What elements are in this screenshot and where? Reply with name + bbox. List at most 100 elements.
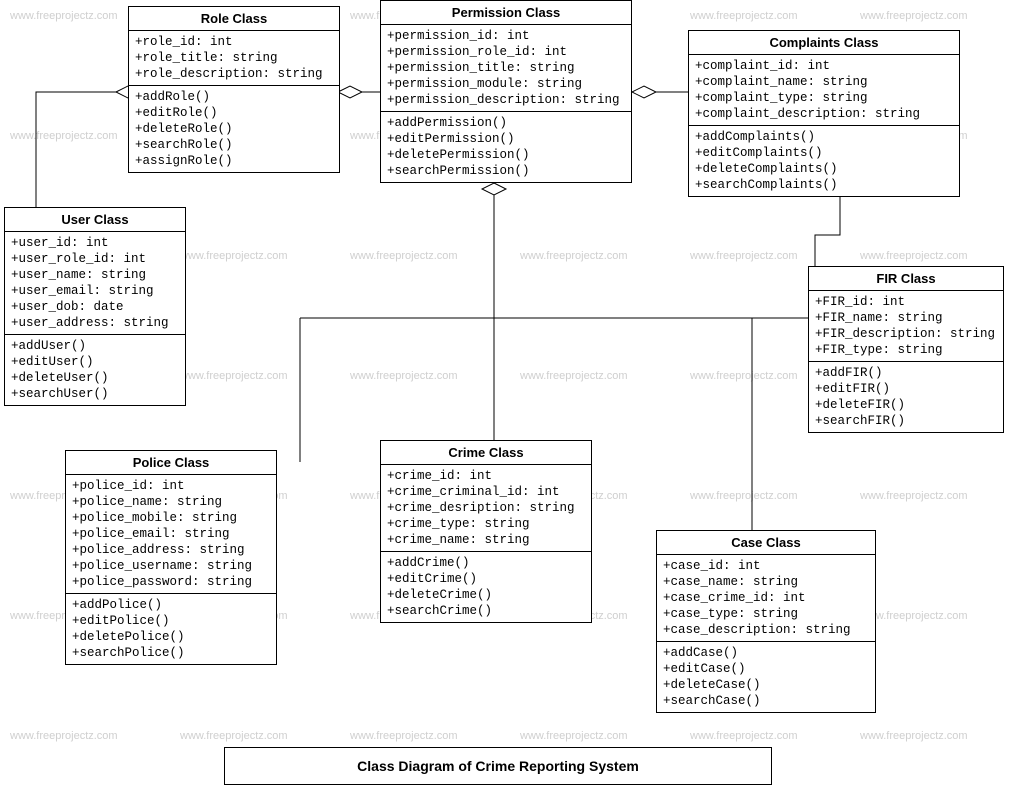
class-title: FIR Class [809, 267, 1003, 291]
member-line: +searchCrime() [387, 603, 585, 619]
methods: +addCrime()+editCrime()+deleteCrime()+se… [381, 552, 591, 622]
class-complaints: Complaints Class +complaint_id: int+comp… [688, 30, 960, 197]
member-line: +deletePolice() [72, 629, 270, 645]
methods: +addRole()+editRole()+deleteRole()+searc… [129, 86, 339, 172]
member-line: +role_id: int [135, 34, 333, 50]
member-line: +role_title: string [135, 50, 333, 66]
member-line: +editFIR() [815, 381, 997, 397]
member-line: +editUser() [11, 354, 179, 370]
class-role: Role Class +role_id: int+role_title: str… [128, 6, 340, 173]
class-police: Police Class +police_id: int+police_name… [65, 450, 277, 665]
member-line: +FIR_name: string [815, 310, 997, 326]
member-line: +deleteFIR() [815, 397, 997, 413]
methods: +addPolice()+editPolice()+deletePolice()… [66, 594, 276, 664]
methods: +addComplaints()+editComplaints()+delete… [689, 126, 959, 196]
member-line: +deleteUser() [11, 370, 179, 386]
member-line: +crime_type: string [387, 516, 585, 532]
class-case: Case Class +case_id: int+case_name: stri… [656, 530, 876, 713]
member-line: +deleteComplaints() [695, 161, 953, 177]
member-line: +crime_criminal_id: int [387, 484, 585, 500]
member-line: +complaint_id: int [695, 58, 953, 74]
member-line: +permission_id: int [387, 28, 625, 44]
member-line: +police_password: string [72, 574, 270, 590]
class-user: User Class +user_id: int+user_role_id: i… [4, 207, 186, 406]
methods: +addPermission()+editPermission()+delete… [381, 112, 631, 182]
member-line: +editCrime() [387, 571, 585, 587]
member-line: +addCase() [663, 645, 869, 661]
member-line: +FIR_id: int [815, 294, 997, 310]
member-line: +user_id: int [11, 235, 179, 251]
class-title: Complaints Class [689, 31, 959, 55]
class-title: Crime Class [381, 441, 591, 465]
member-line: +searchPermission() [387, 163, 625, 179]
member-line: +police_id: int [72, 478, 270, 494]
member-line: +addPolice() [72, 597, 270, 613]
member-line: +searchPolice() [72, 645, 270, 661]
class-fir: FIR Class +FIR_id: int+FIR_name: string+… [808, 266, 1004, 433]
member-line: +deleteCase() [663, 677, 869, 693]
member-line: +user_address: string [11, 315, 179, 331]
member-line: +editPermission() [387, 131, 625, 147]
attributes: +police_id: int+police_name: string+poli… [66, 475, 276, 594]
member-line: +case_type: string [663, 606, 869, 622]
member-line: +FIR_description: string [815, 326, 997, 342]
member-line: +deleteCrime() [387, 587, 585, 603]
member-line: +addComplaints() [695, 129, 953, 145]
member-line: +permission_title: string [387, 60, 625, 76]
member-line: +case_id: int [663, 558, 869, 574]
member-line: +searchRole() [135, 137, 333, 153]
member-line: +searchFIR() [815, 413, 997, 429]
member-line: +deleteRole() [135, 121, 333, 137]
member-line: +complaint_type: string [695, 90, 953, 106]
member-line: +addUser() [11, 338, 179, 354]
class-crime: Crime Class +crime_id: int+crime_crimina… [380, 440, 592, 623]
member-line: +searchUser() [11, 386, 179, 402]
member-line: +addRole() [135, 89, 333, 105]
member-line: +editRole() [135, 105, 333, 121]
attributes: +crime_id: int+crime_criminal_id: int +cr… [381, 465, 591, 552]
member-line: +police_name: string [72, 494, 270, 510]
member-line: +searchComplaints() [695, 177, 953, 193]
member-line: +user_name: string [11, 267, 179, 283]
attributes: +user_id: int+user_role_id: int+user_nam… [5, 232, 185, 335]
member-line: +assignRole() [135, 153, 333, 169]
diagram-title: Class Diagram of Crime Reporting System [224, 747, 772, 785]
member-line: +FIR_type: string [815, 342, 997, 358]
member-line: +role_description: string [135, 66, 333, 82]
attributes: +FIR_id: int+FIR_name: string+FIR_descri… [809, 291, 1003, 362]
member-line: +crime_id: int [387, 468, 585, 484]
member-line: +case_description: string [663, 622, 869, 638]
member-line: +permission_role_id: int [387, 44, 625, 60]
member-line: +editPolice() [72, 613, 270, 629]
class-title: Permission Class [381, 1, 631, 25]
class-title: Case Class [657, 531, 875, 555]
member-line: +user_email: string [11, 283, 179, 299]
class-title: Role Class [129, 7, 339, 31]
member-line: +user_dob: date [11, 299, 179, 315]
member-line: +complaint_description: string [695, 106, 953, 122]
attributes: +permission_id: int+permission_role_id: … [381, 25, 631, 112]
member-line: +police_username: string [72, 558, 270, 574]
attributes: +role_id: int+role_title: string+role_de… [129, 31, 339, 86]
member-line: +case_name: string [663, 574, 869, 590]
class-title: Police Class [66, 451, 276, 475]
member-line: +police_mobile: string [72, 510, 270, 526]
member-line: +addFIR() [815, 365, 997, 381]
member-line: +crime_name: string [387, 532, 585, 548]
methods: +addCase()+editCase()+deleteCase()+searc… [657, 642, 875, 712]
class-permission: Permission Class +permission_id: int+per… [380, 0, 632, 183]
member-line: +case_crime_id: int [663, 590, 869, 606]
member-line: +police_address: string [72, 542, 270, 558]
member-line: +deletePermission() [387, 147, 625, 163]
member-line: +addPermission() [387, 115, 625, 131]
member-line: +complaint_name: string [695, 74, 953, 90]
methods: +addFIR()+editFIR()+deleteFIR()+searchFI… [809, 362, 1003, 432]
member-line: +user_role_id: int [11, 251, 179, 267]
member-line: +addCrime() [387, 555, 585, 571]
methods: +addUser()+editUser()+deleteUser()+searc… [5, 335, 185, 405]
class-title: User Class [5, 208, 185, 232]
attributes: +case_id: int+case_name: string+case_cri… [657, 555, 875, 642]
member-line: +editCase() [663, 661, 869, 677]
member-line: +searchCase() [663, 693, 869, 709]
attributes: +complaint_id: int+complaint_name: strin… [689, 55, 959, 126]
